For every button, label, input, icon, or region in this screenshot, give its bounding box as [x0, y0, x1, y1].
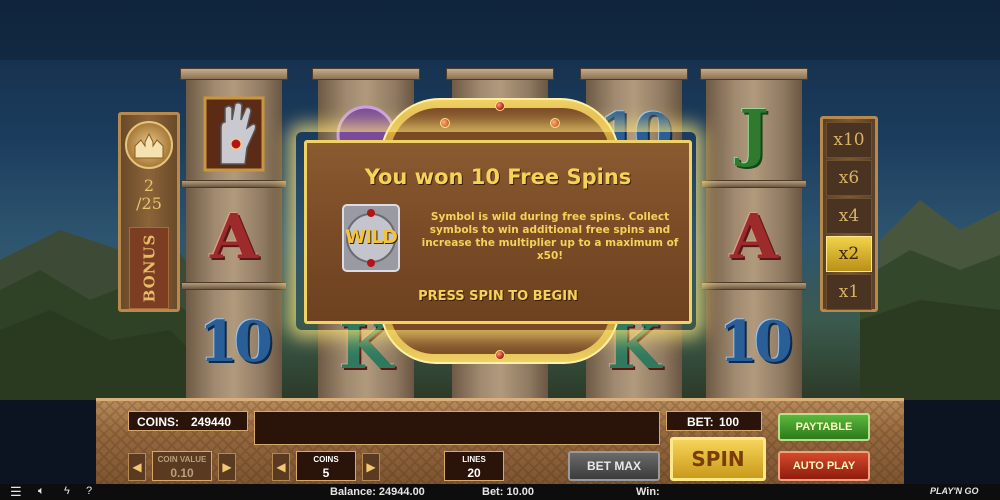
palace-icon — [125, 121, 173, 169]
total-bet-display: BET: 100 — [666, 411, 762, 431]
bet-readout: Bet: 10.00 — [482, 486, 534, 498]
status-bar: ☰ 🔈︎ ϟ ? Balance: 24944.00 Bet: 10.00 Wi… — [0, 484, 1000, 500]
paytable-button[interactable]: PAYTABLE — [778, 413, 870, 441]
popup-title: You won 10 Free Spins — [364, 165, 632, 189]
coin-value-decrease-button[interactable]: ◀ — [128, 453, 146, 481]
coin-value-increase-button[interactable]: ▶ — [218, 453, 236, 481]
bonus-label: BONUS — [129, 227, 169, 309]
ruby-gem-icon — [495, 101, 505, 111]
bonus-count: 2 /25 — [136, 176, 162, 213]
auto-play-button[interactable]: AUTO PLAY — [778, 451, 870, 481]
reel-symbol: A — [729, 199, 779, 273]
bonus-counter-panel: 2 /25 BONUS — [118, 112, 180, 312]
wild-label: WILD — [345, 226, 398, 248]
reel-symbol: 10 — [719, 309, 793, 375]
win-readout: Win: — [636, 486, 660, 498]
reel-symbol: J — [739, 95, 769, 169]
reel-symbol: A — [209, 199, 259, 273]
coins-increase-button[interactable]: ▶ — [362, 453, 380, 481]
coins-decrease-button[interactable]: ◀ — [272, 453, 290, 481]
ruby-gem-icon — [440, 118, 450, 128]
popup-description: Symbol is wild during free spins. Collec… — [421, 211, 679, 262]
menu-icon[interactable]: ☰ — [10, 484, 22, 500]
palm-hand-symbol — [186, 86, 282, 182]
lines-display: LINES 20 — [444, 451, 504, 481]
coin-value-display: COIN VALUE 0.10 — [152, 451, 212, 481]
help-icon[interactable]: ? — [86, 485, 92, 497]
palm-hand-icon — [203, 96, 265, 172]
multiplier-x1: x1 — [826, 274, 872, 310]
turbo-icon[interactable]: ϟ — [64, 485, 70, 497]
control-panel: COINS: 249440 BET: 100 ◀ COIN VALUE 0.10… — [96, 398, 904, 484]
ruby-gem-icon — [495, 350, 505, 360]
reel-5: J A 10 — [700, 68, 808, 402]
win-message-area — [254, 411, 660, 445]
sound-icon[interactable]: 🔈︎ — [38, 485, 45, 498]
multiplier-x4: x4 — [826, 198, 872, 234]
brand-logo: PLAY'N GO — [930, 486, 979, 496]
reel-symbol: 10 — [199, 309, 273, 375]
wild-symbol-icon: WILD — [333, 203, 409, 273]
multiplier-x2: x2 — [826, 236, 872, 272]
coins-per-line-display: COINS 5 — [296, 451, 356, 481]
bet-max-button[interactable]: BET MAX — [568, 451, 660, 481]
coins-balance: COINS: 249440 — [128, 411, 248, 431]
press-spin-prompt: PRESS SPIN TO BEGIN — [418, 289, 578, 304]
multiplier-x10: x10 — [826, 122, 872, 158]
spin-button[interactable]: SPIN — [670, 437, 766, 481]
multiplier-ladder: x10 x6 x4 x2 x1 — [820, 116, 878, 312]
balance-readout: Balance: 24944.00 — [330, 486, 425, 498]
free-spins-popup[interactable]: You won 10 Free Spins WILD Symbol is wil… — [304, 140, 692, 324]
multiplier-x6: x6 — [826, 160, 872, 196]
reel-1: A 10 — [180, 68, 288, 402]
ruby-gem-icon — [550, 118, 560, 128]
